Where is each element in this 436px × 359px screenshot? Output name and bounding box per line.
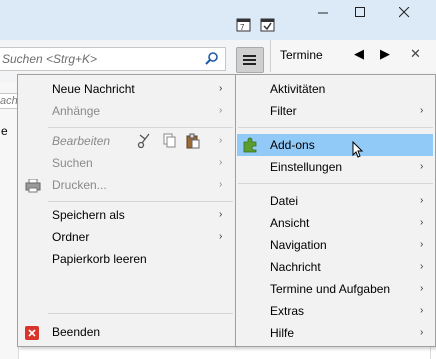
printer-icon (25, 178, 41, 200)
search-placeholder: Suchen <Strg+K> (2, 52, 98, 66)
app-menu: Aktivitäten Filter › Add-ons Einstellung… (235, 74, 436, 347)
menu-separator (238, 127, 433, 128)
main-menu: Neue Nachricht › Anhänge › Bearbeiten › … (17, 74, 236, 347)
hamburger-icon (243, 55, 256, 65)
chevron-right-icon: › (420, 261, 424, 272)
menu-item-beenden[interactable]: Beenden (18, 321, 235, 343)
menu-item-navigation[interactable]: Navigation › (236, 234, 435, 256)
chevron-right-icon: › (219, 105, 223, 116)
search-icon[interactable] (205, 52, 219, 69)
menu-item-aktivitaeten[interactable]: Aktivitäten (236, 78, 435, 100)
menu-item-neue-nachricht[interactable]: Neue Nachricht › (18, 78, 235, 100)
chevron-right-icon: › (219, 209, 223, 220)
menu-item-termine-und-aufgaben[interactable]: Termine und Aufgaben › (236, 278, 435, 300)
chevron-right-icon: › (420, 283, 424, 294)
menu-item-extras[interactable]: Extras › (236, 300, 435, 322)
menu-item-hilfe[interactable]: Hilfe › (236, 322, 435, 344)
menu-item-nachricht[interactable]: Nachricht › (236, 256, 435, 278)
tasks-icon (260, 18, 275, 32)
menu-item-ansicht[interactable]: Ansicht › (236, 212, 435, 234)
prev-day-button[interactable]: ◀ (354, 46, 364, 62)
menu-separator (48, 201, 233, 202)
menu-separator (48, 127, 233, 128)
menu-item-drucken[interactable]: Drucken... › (18, 174, 235, 196)
menu-item-filter[interactable]: Filter › (236, 100, 435, 122)
calendar-icon: 7 (236, 18, 251, 32)
chevron-right-icon: › (420, 105, 424, 116)
menu-item-anhaenge[interactable]: Anhänge › (18, 100, 235, 122)
chevron-right-icon: › (219, 83, 223, 94)
menu-separator (48, 313, 233, 314)
exit-icon (25, 325, 39, 347)
close-pane-button[interactable]: ✕ (410, 46, 421, 62)
chevron-right-icon: › (420, 305, 424, 316)
menu-item-ordner[interactable]: Ordner › (18, 226, 235, 248)
chevron-right-icon: › (219, 135, 223, 146)
today-pane-title: Termine (280, 48, 323, 62)
menu-item-datei[interactable]: Datei › (236, 190, 435, 212)
chevron-right-icon: › (420, 161, 424, 172)
chevron-right-icon: › (420, 327, 424, 338)
menu-item-add-ons[interactable]: Add-ons (237, 134, 433, 158)
tasks-tab-button[interactable] (260, 17, 276, 33)
menu-item-suchen[interactable]: Suchen › (18, 152, 235, 174)
menu-item-speichern-als[interactable]: Speichern als › (18, 204, 235, 226)
chevron-right-icon: › (420, 195, 424, 206)
list-fragment: e (1, 124, 8, 138)
close-icon (399, 6, 410, 17)
chevron-right-icon: › (420, 217, 424, 228)
chevron-right-icon: › (219, 231, 223, 242)
app-menu-button[interactable] (236, 47, 264, 73)
menu-item-einstellungen[interactable]: Einstellungen › (236, 156, 435, 178)
calendar-tab-button[interactable]: 7 (236, 17, 252, 33)
minimize-icon (318, 12, 328, 13)
maximize-button[interactable] (338, 0, 383, 24)
next-day-button[interactable]: ▶ (380, 46, 390, 62)
chevron-right-icon: › (420, 239, 424, 250)
menu-item-bearbeiten[interactable]: Bearbeiten › (18, 130, 235, 152)
svg-text:7: 7 (240, 23, 245, 32)
chevron-right-icon: › (219, 157, 223, 168)
chevron-right-icon: › (219, 179, 223, 190)
close-window-button[interactable] (382, 0, 427, 24)
maximize-icon (355, 6, 365, 17)
menu-item-papierkorb-leeren[interactable]: Papierkorb leeren (18, 248, 235, 270)
menu-separator (238, 183, 433, 184)
